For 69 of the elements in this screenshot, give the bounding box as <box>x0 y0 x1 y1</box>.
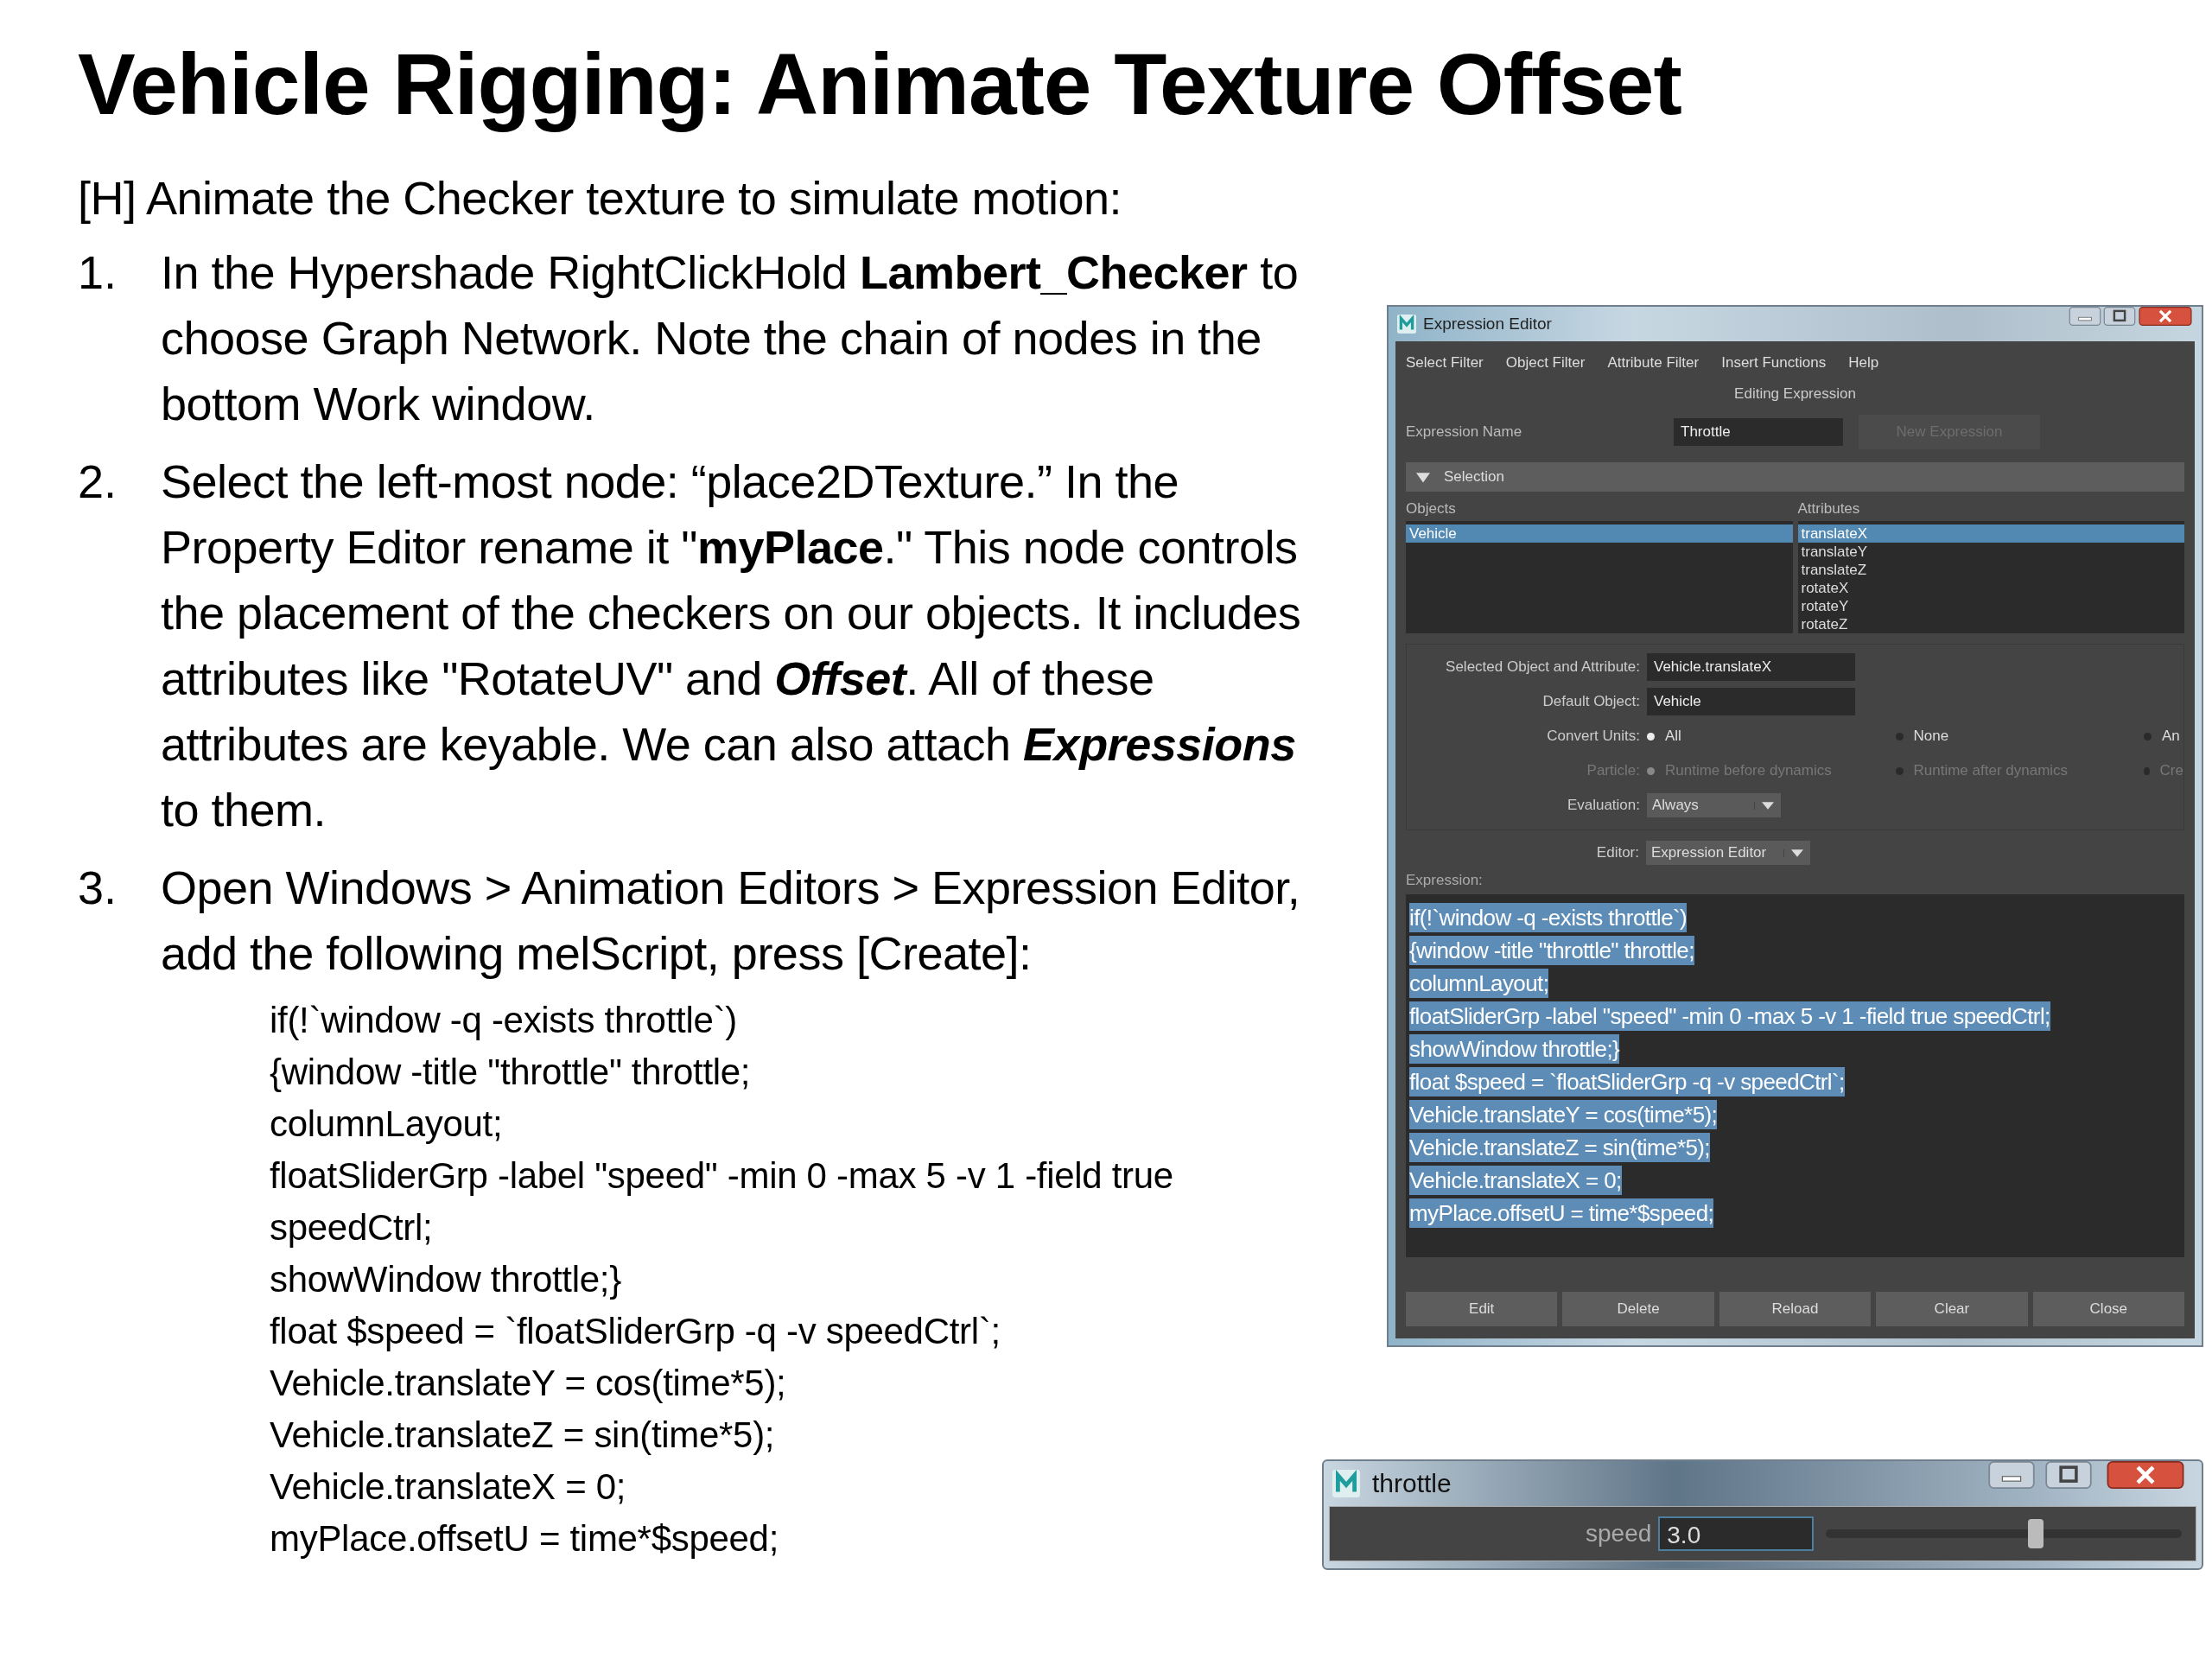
list-item[interactable]: rotateY <box>1797 597 2184 615</box>
step-text: Select the left-most node: “place2DTexture.” In the Property Editor rename it "myPlace." This node controls the placement of the checkers on our objects. It includes attributes like "RotateUV" and Offset. All of these attributes are keyable. We can also attach Expressions to them. <box>161 454 1302 837</box>
minimize-icon[interactable] <box>2069 307 2101 326</box>
evaluation-label: Evaluation: <box>1566 797 1640 814</box>
app-logo-icon <box>1397 315 1416 334</box>
radio-label: All <box>1665 728 1681 745</box>
app-logo-icon <box>1332 1470 1360 1497</box>
radio-label: An <box>2162 728 2180 745</box>
step-number: 3. <box>78 861 118 915</box>
menu-item[interactable]: Attribute Filter <box>1607 354 1700 372</box>
list-item[interactable]: translateY <box>1797 543 2184 561</box>
text-field[interactable]: Vehicle.translateX <box>1647 653 1855 681</box>
code-line: Vehicle.translateZ = sin(time*5); <box>270 1414 776 1457</box>
evaluation-dropdown[interactable]: Always <box>1647 793 1781 817</box>
code-line: columnLayout; <box>270 1103 504 1146</box>
radio-button[interactable] <box>1895 732 1904 741</box>
close-icon[interactable] <box>2138 307 2193 326</box>
list-item[interactable]: translateX <box>1797 524 2184 543</box>
list-item[interactable]: Vehicle <box>1406 524 1793 543</box>
code-line: showWindow throttle;} <box>270 1258 622 1301</box>
dialog-button[interactable]: Reload <box>1719 1292 1872 1326</box>
expression-name-field[interactable]: Throttle <box>1674 418 1843 446</box>
radio-button[interactable] <box>1647 732 1655 741</box>
attributes-label: Attributes <box>1797 500 1861 518</box>
objects-label: Objects <box>1406 500 1457 518</box>
maximize-icon[interactable] <box>2103 307 2136 326</box>
radio-label: None <box>1913 728 1949 745</box>
section-header[interactable]: Selection <box>1406 462 2184 492</box>
menu-item[interactable]: Help <box>1848 354 1879 372</box>
intro-text: [H] Animate the Checker texture to simulate motion: <box>78 171 1123 226</box>
code-line: Vehicle.translateY = cos(time*5); <box>270 1362 787 1405</box>
editor-dropdown[interactable]: Expression Editor <box>1646 841 1810 865</box>
expression-text-area[interactable] <box>1406 894 2184 1257</box>
step-number: 1. <box>78 245 118 300</box>
slide-title: Vehicle Rigging: Animate Texture Offset <box>78 35 1682 134</box>
dialog-button[interactable]: Edit <box>1406 1292 1558 1326</box>
field-label: Selected Object and Attribute: <box>1445 658 1640 676</box>
step-text: In the Hypershade RightClickHold Lambert_Checker to choose Graph Network. Note the chain of nodes in the bottom Work window. <box>161 245 1300 431</box>
window-title: Expression Editor <box>1423 315 1552 334</box>
step-text: Open Windows > Animation Editors > Expression Editor, add the following melScript, press [Create]: <box>161 861 1301 981</box>
code-line: myPlace.offsetU = time*$speed; <box>270 1517 780 1560</box>
code-line: {window -title "throttle" throttle; <box>270 1051 752 1094</box>
dialog-button[interactable]: Delete <box>1562 1292 1714 1326</box>
speed-field[interactable]: 3.0 <box>1658 1516 1815 1551</box>
text-field[interactable]: Vehicle <box>1647 688 1855 715</box>
menu-item[interactable]: Insert Functions <box>1721 354 1827 372</box>
step-number: 2. <box>78 454 118 509</box>
code-line: floatSliderGrp -label "speed" -min 0 -max 5 -v 1 -field true speedCtrl; <box>270 1154 1174 1249</box>
radio-button[interactable] <box>2144 732 2152 741</box>
expression-label: Expression: <box>1406 872 1484 889</box>
caret-icon <box>1416 470 1430 484</box>
editor-label: Editor: <box>1595 844 1639 861</box>
list-item[interactable]: rotateX <box>1797 579 2184 597</box>
menu-item[interactable]: Object Filter <box>1505 354 1586 372</box>
radio-group-label: Convert Units: <box>1546 728 1640 745</box>
expression-name-label: Expression Name <box>1406 423 1523 441</box>
editor-heading: Editing Expression <box>1733 385 1857 404</box>
dialog-button[interactable]: Clear <box>1876 1292 2028 1326</box>
code-line: float $speed = `floatSliderGrp -q -v speedCtrl`; <box>270 1310 1001 1353</box>
slider-thumb[interactable] <box>2028 1519 2044 1548</box>
menu-item[interactable]: Select Filter <box>1406 354 1484 372</box>
list-item[interactable]: translateZ <box>1797 561 2184 579</box>
dialog-button[interactable]: Close <box>2032 1292 2185 1326</box>
list-item[interactable]: rotateZ <box>1797 615 2184 633</box>
code-line: if(!`window -q -exists throttle`) <box>270 999 738 1042</box>
window-title: throttle <box>1372 1469 1452 1498</box>
slider-label: speed <box>1586 1520 1652 1548</box>
code-line: Vehicle.translateX = 0; <box>270 1465 627 1509</box>
field-label: Default Object: <box>1541 693 1640 710</box>
